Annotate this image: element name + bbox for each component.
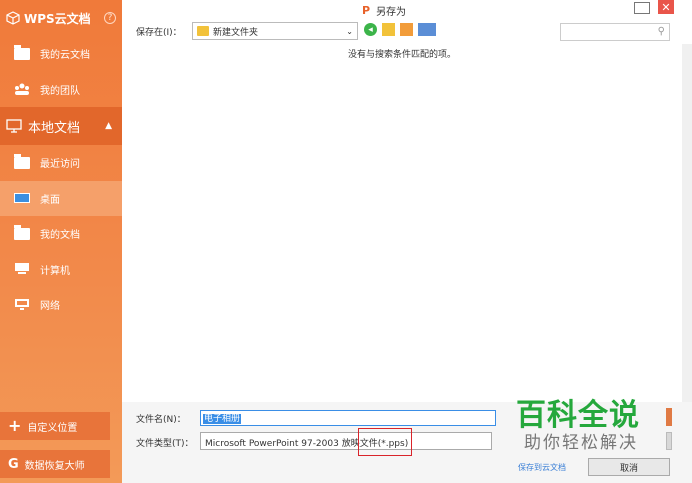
view-menu-icon[interactable]: [418, 23, 436, 36]
filetype-select[interactable]: Microsoft PowerPoint 97-2003 放映文件(*.pps): [200, 432, 492, 450]
filetype-dropdown-button[interactable]: [666, 432, 672, 450]
data-recovery-label: 数据恢复大师: [24, 460, 85, 472]
search-icon[interactable]: ⚲: [658, 26, 665, 37]
save-button[interactable]: [666, 408, 672, 426]
app-icon: P: [362, 4, 371, 17]
toolbar-icons: ◂: [364, 23, 436, 36]
save-to-cloud-link[interactable]: 保存到云文档: [518, 462, 566, 473]
title-bar: P 另存为 ✕: [122, 0, 692, 20]
sidebar-item-label: 计算机: [40, 265, 70, 277]
highlight-box: [358, 428, 412, 456]
sidebar-item-label: 网络: [40, 301, 60, 313]
sidebar-item-label: 最近访问: [40, 159, 80, 171]
sidebar-item-recent[interactable]: 最近访问: [0, 145, 122, 181]
close-button[interactable]: ✕: [658, 0, 674, 14]
recovery-icon: G: [8, 456, 19, 472]
filename-input[interactable]: 电子相册: [200, 410, 496, 426]
up-folder-icon[interactable]: [382, 23, 395, 36]
sidebar-item-label: 我的文档: [40, 230, 80, 242]
toolbar: 保存在(I)： 新建文件夹 ⌄ ◂ ⚲: [122, 20, 692, 44]
cancel-button[interactable]: 取消: [588, 458, 670, 476]
sidebar-item-my-team[interactable]: 我的团队: [0, 72, 122, 108]
sidebar-header: WPS云文档 ?: [0, 0, 122, 36]
sidebar-item-my-documents[interactable]: 我的文档: [0, 216, 122, 252]
sidebar-section-local-docs[interactable]: 本地文档 ▲: [0, 107, 122, 145]
sidebar-item-label: 我的云文档: [40, 50, 90, 62]
monitor-icon: [6, 119, 22, 133]
custom-location-label: 自定义位置: [27, 422, 78, 434]
sidebar-item-computer[interactable]: 计算机: [0, 252, 122, 288]
save-in-dropdown[interactable]: 新建文件夹 ⌄: [192, 22, 358, 40]
desktop-icon: [14, 193, 30, 204]
watermark-subtitle: 助你轻松解决: [524, 433, 638, 453]
sidebar-item-desktop[interactable]: 桌面: [0, 180, 122, 216]
current-folder-label: 新建文件夹: [213, 27, 259, 38]
network-icon: [15, 298, 29, 310]
folder-icon: [197, 26, 209, 36]
filetype-label: 文件类型(T)：: [136, 439, 194, 449]
team-icon: [15, 83, 29, 96]
maximize-button[interactable]: [634, 2, 650, 14]
custom-location-button[interactable]: + 自定义位置: [0, 412, 110, 440]
dialog-title-text: 另存为: [376, 7, 407, 18]
dialog-title: P 另存为: [362, 3, 406, 18]
empty-message: 没有与搜索条件匹配的项。: [348, 50, 457, 60]
chevron-up-icon[interactable]: ▲: [105, 121, 112, 131]
sidebar-title: WPS云文档: [24, 11, 91, 26]
help-icon[interactable]: ?: [104, 12, 116, 24]
sidebar-item-label: 我的团队: [40, 85, 80, 97]
sidebar: WPS云文档 ? 我的云文档 我的团队 本地文档 ▲ 最近访问 桌面 我的文档 …: [0, 0, 122, 483]
cloud-doc-icon: [14, 44, 30, 60]
back-icon[interactable]: ◂: [364, 23, 377, 36]
plus-icon: +: [8, 416, 22, 435]
sidebar-item-my-cloud-docs[interactable]: 我的云文档: [0, 36, 122, 72]
data-recovery-button[interactable]: G 数据恢复大师: [0, 450, 110, 478]
save-in-label: 保存在(I)：: [136, 28, 182, 38]
chevron-down-icon: ⌄: [346, 26, 353, 36]
filename-value: 电子相册: [203, 414, 242, 424]
cube-icon: [6, 11, 20, 25]
new-folder-icon[interactable]: [400, 23, 413, 36]
recent-folder-icon: [14, 153, 30, 169]
scrollbar[interactable]: [682, 44, 692, 404]
sidebar-item-label: 桌面: [40, 194, 60, 206]
search-input[interactable]: ⚲: [560, 23, 670, 41]
filename-label: 文件名(N)：: [136, 415, 186, 425]
sidebar-item-network[interactable]: 网络: [0, 287, 122, 323]
computer-icon: [15, 263, 29, 275]
section-label: 本地文档: [28, 120, 81, 136]
file-list-area[interactable]: 没有与搜索条件匹配的项。: [122, 44, 670, 399]
documents-folder-icon: [14, 224, 30, 240]
